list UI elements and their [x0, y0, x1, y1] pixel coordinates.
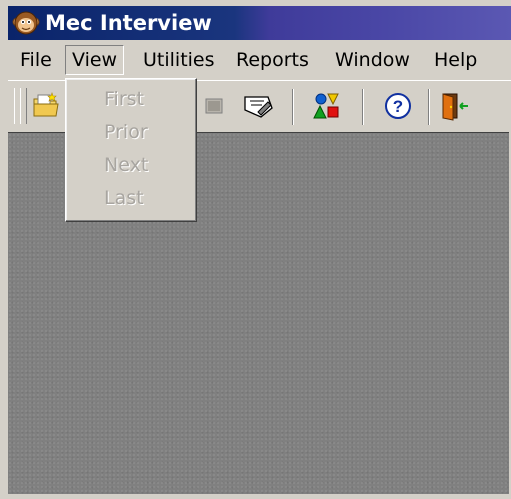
menu-help[interactable]: Help: [428, 46, 483, 74]
menu-item-next[interactable]: Next: [104, 150, 148, 180]
toolbar-grip-secondary[interactable]: [20, 88, 27, 124]
toolbar-separator: [428, 89, 430, 125]
window-title: Mec Interview: [45, 11, 212, 35]
menu-bar: File View Utilities Reports Window Help: [8, 40, 511, 78]
menu-item-last[interactable]: Last: [104, 183, 144, 213]
shapes-icon[interactable]: [310, 90, 342, 122]
exit-door-icon[interactable]: [438, 90, 470, 122]
menu-item-first[interactable]: First: [104, 84, 144, 114]
toolbar-separator: [362, 89, 364, 125]
menu-item-prior[interactable]: Prior: [104, 117, 148, 147]
menu-view[interactable]: View: [65, 45, 125, 75]
menu-window[interactable]: Window: [329, 46, 416, 74]
toolbar-separator: [292, 89, 294, 125]
monkey-face-icon: [12, 11, 40, 35]
window-bottom-border: [0, 494, 511, 499]
help-icon[interactable]: ?: [382, 90, 414, 122]
title-bar[interactable]: Mec Interview: [8, 6, 511, 40]
record-icon[interactable]: [198, 90, 230, 122]
svg-text:?: ?: [393, 97, 403, 116]
open-folder-icon[interactable]: [30, 90, 62, 122]
menu-reports[interactable]: Reports: [230, 46, 315, 74]
menu-utilities[interactable]: Utilities: [137, 46, 221, 74]
edit-card-icon[interactable]: [242, 90, 274, 122]
menu-file[interactable]: File: [14, 46, 58, 74]
app-window: Mec Interview File View Utilities Report…: [0, 0, 511, 499]
view-dropdown-menu: First Prior Next Last: [65, 78, 197, 222]
